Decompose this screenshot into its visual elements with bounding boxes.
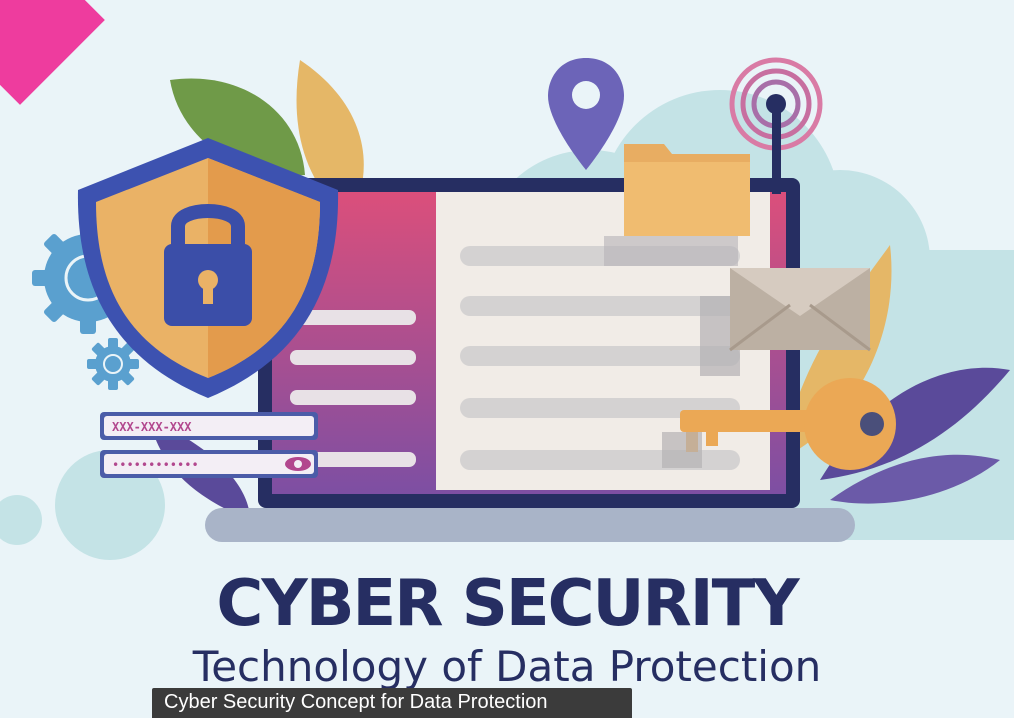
- folder-icon: [604, 144, 750, 266]
- caption-text: Cyber Security Concept for Data Protecti…: [164, 691, 548, 713]
- illustration-canvas: XXX-XXX-XXX •••••••••••• CYBER SECURITY …: [0, 0, 1014, 718]
- cyber-security-illustration: XXX-XXX-XXX ••••••••••••: [0, 57, 1014, 560]
- caption-bar: Cyber Security Concept for Data Protecti…: [152, 688, 632, 718]
- page-subtitle: Technology of Data Protection: [192, 642, 822, 691]
- eye-icon: [285, 457, 311, 471]
- password-field-text: ••••••••••••: [112, 458, 199, 472]
- laptop-base: [205, 508, 855, 542]
- username-field-text: XXX-XXX-XXX: [112, 420, 192, 434]
- page-title: CYBER SECURITY: [216, 567, 799, 641]
